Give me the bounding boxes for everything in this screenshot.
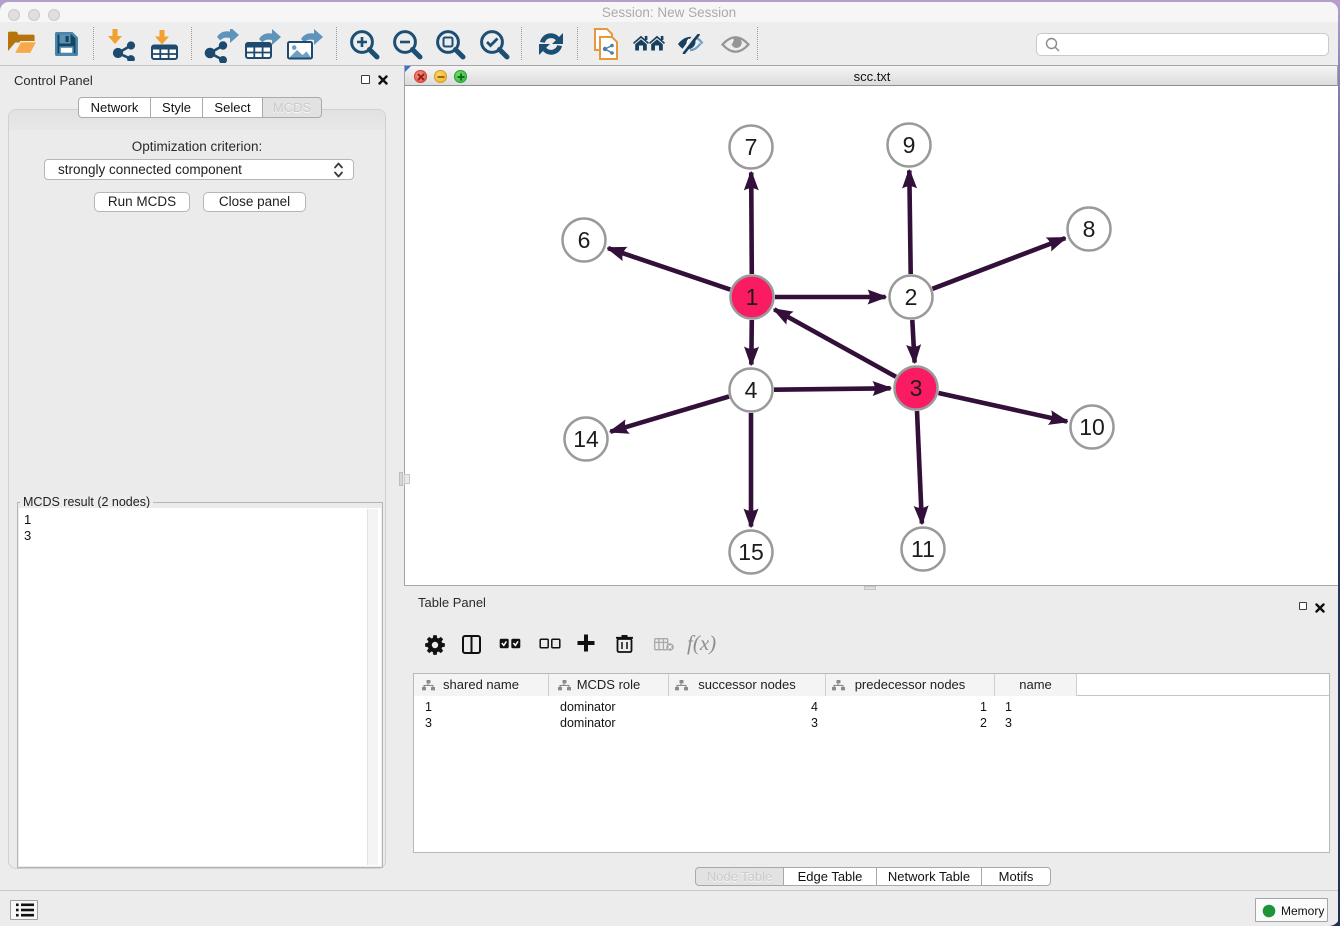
svg-text:14: 14 <box>573 426 599 452</box>
svg-text:10: 10 <box>1079 414 1105 440</box>
svg-text:4: 4 <box>745 377 758 403</box>
svg-text:6: 6 <box>578 227 591 253</box>
svg-text:2: 2 <box>905 284 918 310</box>
svg-text:1: 1 <box>746 284 759 310</box>
svg-text:8: 8 <box>1083 216 1096 242</box>
svg-text:15: 15 <box>738 539 764 565</box>
svg-text:7: 7 <box>745 134 758 160</box>
svg-text:9: 9 <box>903 132 916 158</box>
svg-text:3: 3 <box>910 375 923 401</box>
svg-text:11: 11 <box>911 536 935 562</box>
